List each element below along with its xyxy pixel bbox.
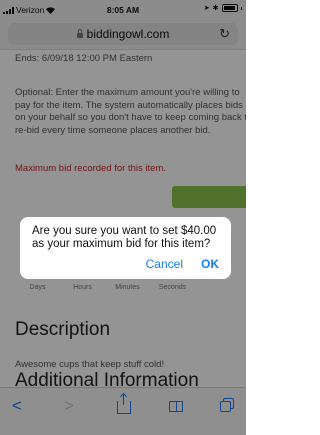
dialog-message: Are you sure you want to set $40.00 as y… xyxy=(32,225,217,250)
dialog-actions: Cancel OK xyxy=(146,257,219,271)
ok-button[interactable]: OK xyxy=(201,257,219,271)
confirm-dialog: Are you sure you want to set $40.00 as y… xyxy=(20,217,231,279)
cancel-button[interactable]: Cancel xyxy=(146,257,183,271)
